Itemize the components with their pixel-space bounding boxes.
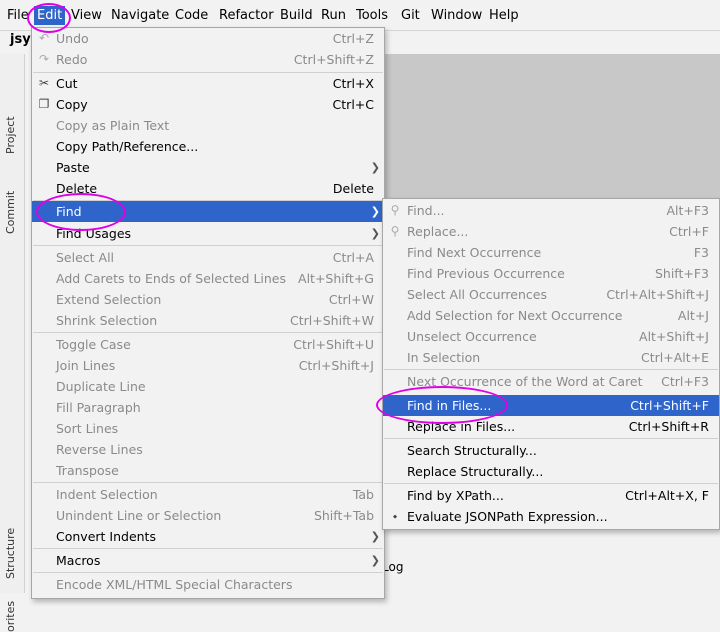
menu-item-evaluate-jsonpath[interactable]: ⬩ Evaluate JSONPath Expression... bbox=[383, 506, 719, 527]
search-icon: ⚲ bbox=[390, 203, 400, 217]
menu-item-select-all[interactable]: Select All Ctrl+A bbox=[32, 247, 384, 268]
menu-window[interactable]: Window bbox=[428, 6, 485, 25]
menu-help[interactable]: Help bbox=[486, 6, 522, 25]
menu-item-join-lines[interactable]: Join Lines Ctrl+Shift+J bbox=[32, 355, 384, 376]
menu-separator bbox=[33, 482, 383, 483]
menu-item-find-dialog[interactable]: ⚲ Find... Alt+F3 bbox=[383, 200, 719, 221]
menu-separator bbox=[384, 369, 718, 370]
find-submenu-popup: ⚲ Find... Alt+F3 ⚲ Replace... Ctrl+F Fin… bbox=[382, 198, 720, 530]
menu-separator bbox=[33, 548, 383, 549]
menu-file[interactable]: File bbox=[4, 6, 32, 25]
replace-icon: ⚲ bbox=[390, 224, 400, 238]
scissors-icon: ✂ bbox=[38, 76, 50, 90]
menu-code[interactable]: Code bbox=[172, 6, 211, 25]
menu-item-replace[interactable]: ⚲ Replace... Ctrl+F bbox=[383, 221, 719, 242]
menu-item-encode-xml[interactable]: Encode XML/HTML Special Characters bbox=[32, 574, 384, 595]
menu-build[interactable]: Build bbox=[277, 6, 316, 25]
menu-separator bbox=[384, 438, 718, 439]
tool-tab-structure[interactable]: Structure bbox=[4, 528, 17, 579]
menu-separator bbox=[33, 332, 383, 333]
menu-item-sort-lines[interactable]: Sort Lines bbox=[32, 418, 384, 439]
edit-menu-popup: ↶ Undo Ctrl+Z ↷ Redo Ctrl+Shift+Z ✂ Cut … bbox=[31, 27, 385, 599]
chevron-right-icon: ❯ bbox=[370, 530, 380, 543]
chevron-right-icon: ❯ bbox=[370, 227, 380, 240]
menu-item-in-selection[interactable]: In Selection Ctrl+Alt+E bbox=[383, 347, 719, 368]
menu-item-unselect-occurrence[interactable]: Unselect Occurrence Alt+Shift+J bbox=[383, 326, 719, 347]
menu-item-copy-path[interactable]: Copy Path/Reference... bbox=[32, 136, 384, 157]
copy-icon: ❐ bbox=[38, 97, 50, 111]
menu-item-duplicate-line[interactable]: Duplicate Line bbox=[32, 376, 384, 397]
undo-icon: ↶ bbox=[38, 31, 50, 45]
menu-separator bbox=[33, 245, 383, 246]
menu-navigate[interactable]: Navigate bbox=[108, 6, 172, 25]
menu-item-find-previous[interactable]: Find Previous Occurrence Shift+F3 bbox=[383, 263, 719, 284]
menu-item-find[interactable]: Find ❯ bbox=[32, 201, 384, 222]
tool-tab-project[interactable]: Project bbox=[4, 116, 17, 154]
menu-item-find-in-files[interactable]: Find in Files... Ctrl+Shift+F bbox=[383, 395, 719, 416]
menu-item-find-next[interactable]: Find Next Occurrence F3 bbox=[383, 242, 719, 263]
menu-item-copy-plain-text[interactable]: Copy as Plain Text bbox=[32, 115, 384, 136]
menu-tools[interactable]: Tools bbox=[353, 6, 391, 25]
menu-item-paste[interactable]: Paste ❯ bbox=[32, 157, 384, 178]
redo-icon: ↷ bbox=[38, 52, 50, 66]
menu-item-cut[interactable]: ✂ Cut Ctrl+X bbox=[32, 73, 384, 94]
menu-item-convert-indents[interactable]: Convert Indents ❯ bbox=[32, 526, 384, 547]
chevron-right-icon: ❯ bbox=[370, 554, 380, 567]
chevron-right-icon: ❯ bbox=[370, 161, 380, 174]
menu-item-fill-paragraph[interactable]: Fill Paragraph bbox=[32, 397, 384, 418]
menu-item-find-usages[interactable]: Find Usages ❯ bbox=[32, 223, 384, 244]
left-tool-strip: Project Commit Structure orites bbox=[0, 54, 25, 632]
menu-item-redo[interactable]: ↷ Redo Ctrl+Shift+Z bbox=[32, 49, 384, 70]
menu-item-search-structurally[interactable]: Search Structurally... bbox=[383, 440, 719, 461]
log-label: Log bbox=[382, 560, 404, 574]
project-title: jsy bbox=[10, 32, 31, 47]
menu-item-indent-selection[interactable]: Indent Selection Tab bbox=[32, 484, 384, 505]
tool-tab-commit[interactable]: Commit bbox=[4, 191, 17, 234]
menu-separator bbox=[384, 483, 718, 484]
menu-separator bbox=[33, 572, 383, 573]
menu-item-extend-selection[interactable]: Extend Selection Ctrl+W bbox=[32, 289, 384, 310]
menu-edit[interactable]: Edit bbox=[34, 6, 66, 25]
menu-item-transpose[interactable]: Transpose bbox=[32, 460, 384, 481]
menu-item-unindent[interactable]: Unindent Line or Selection Shift+Tab bbox=[32, 505, 384, 526]
menu-item-copy[interactable]: ❐ Copy Ctrl+C bbox=[32, 94, 384, 115]
menu-item-replace-structurally[interactable]: Replace Structurally... bbox=[383, 461, 719, 482]
menu-refactor[interactable]: Refactor bbox=[216, 6, 277, 25]
menu-item-toggle-case[interactable]: Toggle Case Ctrl+Shift+U bbox=[32, 334, 384, 355]
chevron-right-icon: ❯ bbox=[370, 205, 380, 218]
menu-item-delete[interactable]: Delete Delete bbox=[32, 178, 384, 199]
tool-tab-favorites[interactable]: orites bbox=[4, 601, 17, 632]
menu-item-next-occurrence-word[interactable]: Next Occurrence of the Word at Caret Ctr… bbox=[383, 371, 719, 392]
menu-item-add-carets[interactable]: Add Carets to Ends of Selected Lines Alt… bbox=[32, 268, 384, 289]
menu-git[interactable]: Git bbox=[398, 6, 423, 25]
menu-item-select-all-occurrences[interactable]: Select All Occurrences Ctrl+Alt+Shift+J bbox=[383, 284, 719, 305]
menu-item-macros[interactable]: Macros ❯ bbox=[32, 550, 384, 571]
jsonpath-icon: ⬩ bbox=[392, 509, 398, 523]
menu-item-undo[interactable]: ↶ Undo Ctrl+Z bbox=[32, 28, 384, 49]
menu-view[interactable]: View bbox=[68, 6, 105, 25]
menu-item-replace-in-files[interactable]: Replace in Files... Ctrl+Shift+R bbox=[383, 416, 719, 437]
menu-run[interactable]: Run bbox=[318, 6, 349, 25]
menu-item-add-selection-next[interactable]: Add Selection for Next Occurrence Alt+J bbox=[383, 305, 719, 326]
menu-item-find-by-xpath[interactable]: Find by XPath... Ctrl+Alt+X, F bbox=[383, 485, 719, 506]
menu-item-shrink-selection[interactable]: Shrink Selection Ctrl+Shift+W bbox=[32, 310, 384, 331]
menu-item-reverse-lines[interactable]: Reverse Lines bbox=[32, 439, 384, 460]
